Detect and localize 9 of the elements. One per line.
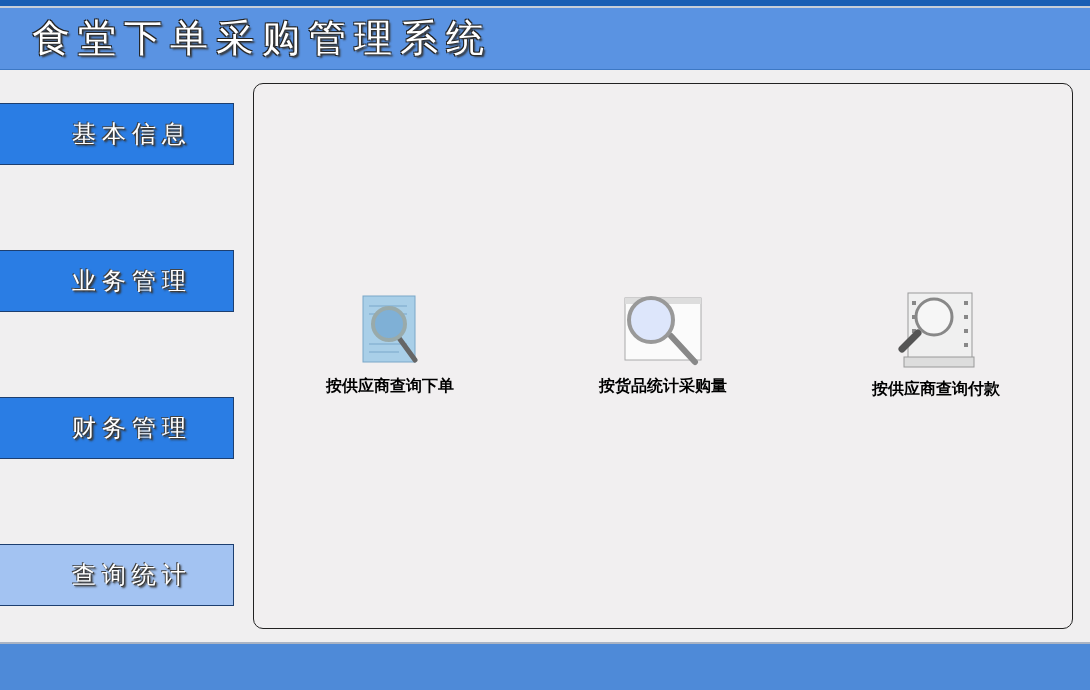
film-magnifier-icon: [895, 291, 976, 369]
nav-button[interactable]: 财务管理: [0, 397, 234, 459]
nav-button[interactable]: 基本信息: [0, 103, 234, 165]
function-label[interactable]: 按供应商查询下单: [326, 374, 455, 398]
nav-button[interactable]: 业务管理: [0, 250, 234, 312]
window-magnifier-icon: [623, 294, 703, 366]
function-label[interactable]: 按供应商查询付款: [871, 377, 1000, 401]
app-title: 食堂下单采购管理系统: [32, 16, 492, 61]
function-label[interactable]: 按货品统计采购量: [599, 374, 727, 398]
